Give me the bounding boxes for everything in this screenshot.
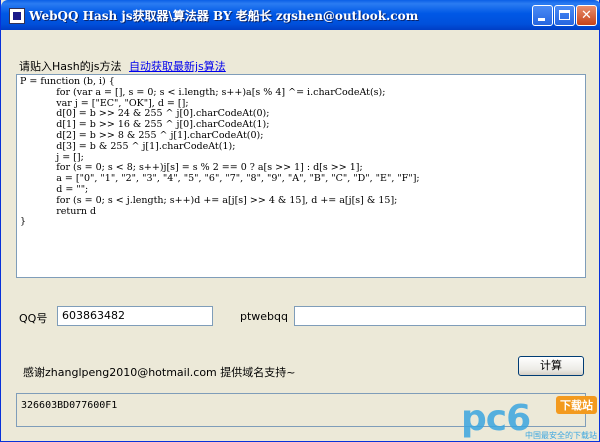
title-bar[interactable]: WebQQ Hash js获取器\算法器 BY 老船长 zgshen@outlo… xyxy=(1,0,600,30)
app-icon xyxy=(9,8,25,24)
hash-output[interactable]: 326603BD077600F1 xyxy=(16,393,586,427)
close-icon: ✕ xyxy=(581,8,592,23)
maximize-icon xyxy=(559,10,570,20)
ptwebqq-input[interactable] xyxy=(294,306,586,326)
window-title: WebQQ Hash js获取器\算法器 BY 老船长 zgshen@outlo… xyxy=(29,9,419,23)
watermark-subtitle: 中国最安全的下载站 xyxy=(525,431,597,440)
qq-number-input[interactable]: 603863482 xyxy=(57,306,213,326)
close-button[interactable]: ✕ xyxy=(576,5,597,26)
minimize-icon xyxy=(538,18,545,21)
app-window: WebQQ Hash js获取器\算法器 BY 老船长 zgshen@outlo… xyxy=(0,0,600,442)
qq-label: QQ号 xyxy=(19,312,48,325)
thanks-label: 感谢zhanglpeng2010@hotmail.com 提供域名支持~ xyxy=(23,366,296,379)
maximize-button[interactable] xyxy=(554,5,575,26)
js-code-textarea[interactable]: P = function (b, i) { for (var a = [], s… xyxy=(16,74,586,278)
compute-button[interactable]: 计算 xyxy=(518,356,584,376)
ptwebqq-label: ptwebqq xyxy=(240,310,289,323)
minimize-button[interactable] xyxy=(532,5,553,26)
auto-fetch-link[interactable]: 自动获取最新js算法 xyxy=(129,58,226,74)
paste-hint-label: 请贴入Hash的js方法 xyxy=(19,60,122,73)
